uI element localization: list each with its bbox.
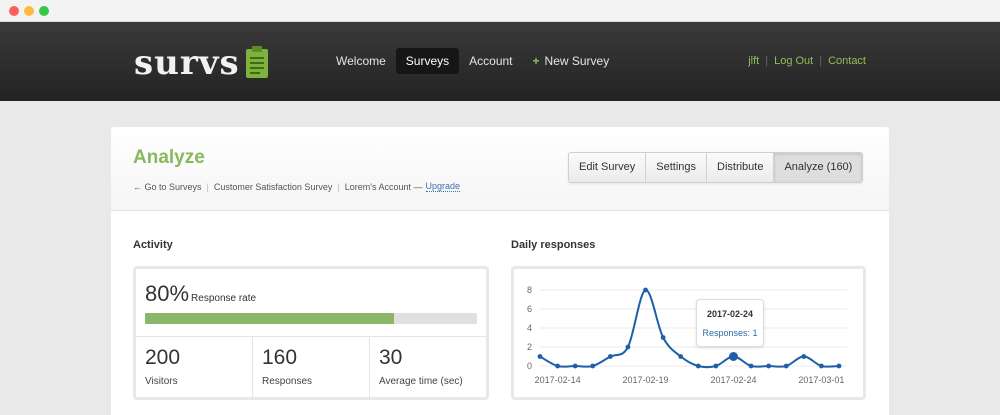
top-navbar: survs Welcome Surveys Account + New Surve… [0,22,1000,101]
clipboard-icon [245,46,268,78]
nav-surveys[interactable]: Surveys [395,48,460,74]
data-point [766,363,772,369]
data-point [783,363,789,369]
tab-settings[interactable]: Settings [646,153,707,182]
close-window-button[interactable] [9,6,19,16]
maximize-window-button[interactable] [39,6,49,16]
data-point [590,363,596,369]
tooltip-date: 2017-02-24 [706,309,754,319]
y-tick-label: 4 [527,323,532,333]
x-tick-label: 2017-02-14 [535,375,581,385]
breadcrumb: ← Go to Surveys | Customer Satisfaction … [133,181,461,192]
app-logo[interactable]: survs [134,42,270,83]
contact-link[interactable]: Contact [828,55,866,67]
data-point [836,363,842,369]
page-title: Analyze [133,147,205,168]
activity-panel: 80% Response rate 200 Visitors 160 Respo… [133,266,489,400]
logout-link[interactable]: Log Out [774,55,813,67]
stat-label: Average time (sec) [379,376,463,387]
daily-responses-title: Daily responses [511,239,596,251]
response-rate-bar [145,313,477,324]
account-name: Lorem's Account — [344,181,423,192]
chart-tooltip: 2017-02-24 Responses: 1 [696,299,764,347]
nav-new-survey[interactable]: + New Survey [523,48,620,74]
daily-responses-chart: 024682017-02-14 2017-02-19 2017-02-24 2017-… [527,285,847,385]
breadcrumb-separator: | [337,181,340,192]
data-point [625,344,631,350]
data-point [572,363,578,369]
response-rate-label: Response rate [191,293,257,304]
plus-icon: + [532,54,540,68]
survey-name: Customer Satisfaction Survey [213,181,333,192]
nav-welcome[interactable]: Welcome [326,48,396,74]
tab-edit-survey[interactable]: Edit Survey [569,153,647,182]
stat-average-time: 30 Average time (sec) [370,337,486,400]
data-point [819,363,824,369]
analyze-card: Analyze ← Go to Surveys | Customer Satis… [111,127,889,415]
stat-value: 200 [145,346,181,369]
data-point [607,354,613,359]
data-point [537,354,543,359]
y-tick-label: 6 [527,304,532,314]
stat-value: 160 [262,346,298,369]
logo-text: survs [134,42,240,83]
stat-responses: 160 Responses [253,337,370,400]
response-rate-bar-fill [145,313,394,324]
tab-analyze[interactable]: Analyze (160) [774,153,863,182]
tab-distribute[interactable]: Distribute [707,153,775,182]
upgrade-link[interactable]: Upgrade [425,181,461,192]
survey-tabs: Edit Survey Settings Distribute Analyze … [568,152,864,183]
user-name-link[interactable]: jlft [748,55,759,67]
x-tick-label: 2017-03-01 [798,375,844,385]
window-titlebar [0,0,1000,22]
stat-visitors: 200 Visitors [136,337,253,400]
stat-label: Responses [262,376,313,387]
data-point [748,363,754,369]
activity-stats: 200 Visitors 160 Responses 30 Average ti… [136,336,486,400]
activity-title: Activity [133,239,173,251]
main-nav: Welcome Surveys Account + New Survey [326,48,619,74]
data-point [695,363,701,369]
daily-responses-panel: 0 2 4 6 8 2017-02-14 2017-02-19 2017-02-24 2017-… [511,266,866,400]
highlighted-point [728,352,738,361]
x-tick-label: 2017-02-19 [623,375,669,385]
nav-account[interactable]: Account [459,48,522,74]
minimize-window-button[interactable] [24,6,34,16]
stat-value: 30 [379,346,403,369]
user-links: jlft | Log Out | Contact [748,48,866,74]
back-to-surveys-link[interactable]: ← Go to Surveys [133,182,202,192]
nav-new-survey-label: New Survey [544,54,610,68]
series-line [539,288,840,369]
data-point [713,363,719,369]
y-tick-label: 2 [527,342,532,352]
separator: | [765,55,769,67]
tooltip-responses: Responses: 1 [702,328,758,338]
breadcrumb-separator: | [206,181,209,192]
data-point [678,354,684,359]
x-tick-label: 2017-02-24 [710,375,756,385]
response-rate-value: 80% [145,281,190,306]
data-point [555,363,560,369]
data-point [643,287,648,293]
y-tick-label: 8 [527,285,532,295]
stat-label: Visitors [145,376,178,387]
data-point [801,354,807,359]
y-tick-label: 0 [527,361,532,371]
card-header: Analyze ← Go to Surveys | Customer Satis… [111,127,889,211]
data-point [660,335,666,340]
separator: | [819,55,823,67]
response-rate: 80% Response rate [145,281,256,307]
